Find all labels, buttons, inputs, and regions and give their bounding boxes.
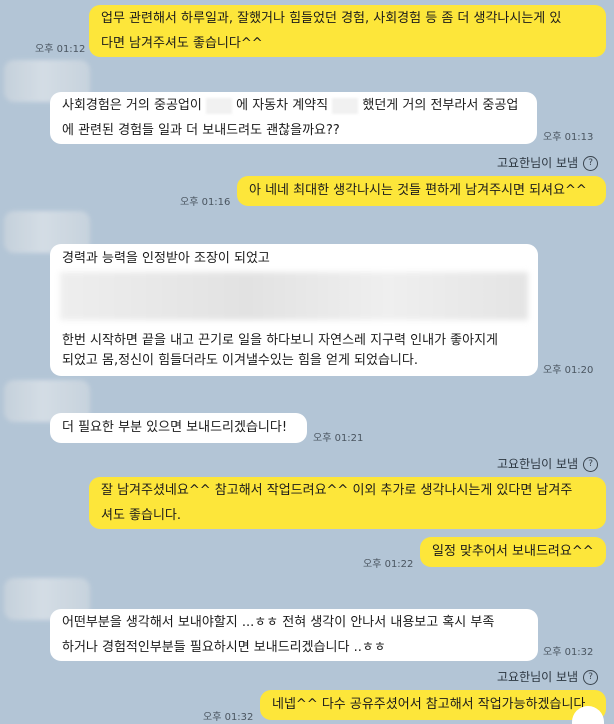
message-text: 하거나 경험적인부분들 필요하시면 보내드리겠습니다 ..ㅎㅎ: [62, 640, 386, 655]
message-text: 일정 맞추어서 보내드려요^^: [432, 544, 594, 559]
timestamp: 오후 01:13: [543, 132, 594, 143]
message-bubble-theirs[interactable]: 어떤부분을 생각해서 보내야할지 ...ㅎㅎ 전혀 생각이 안나서 내용보고 혹…: [50, 609, 538, 661]
timestamp: 오후 01:32: [203, 712, 254, 723]
message-bubble-mine[interactable]: 네넵^^ 다수 공유주셨어서 참고해서 작업가능하겠습니다: [260, 690, 606, 720]
message-text: 어떤부분을 생각해서 보내야할지 ...ㅎㅎ 전혀 생각이 안나서 내용보고 혹…: [62, 615, 495, 630]
message-text: 다면 남겨주셔도 좋습니다^^: [101, 36, 263, 51]
message-text-part: 사회경험은 거의 중공업이: [62, 98, 202, 113]
help-icon[interactable]: ?: [583, 156, 599, 171]
message-bubble-mine[interactable]: 업무 관련해서 하루일과, 잘했거나 힘들었던 경험, 사회경험 등 좀 더 생…: [89, 5, 606, 57]
message-text: 되었고 몸,정신이 힘들더라도 이겨낼수있는 힘을 얻게 되었습니다.: [62, 353, 418, 368]
message-bubble-theirs[interactable]: 더 필요한 부분 있으면 보내드리겠습니다!: [50, 413, 307, 443]
message-text: 아 네네 최대한 생각나시는 것들 편하게 남겨주시면 되셔요^^: [249, 183, 587, 198]
message-text: 더 필요한 부분 있으면 보내드리겠습니다!: [62, 420, 288, 435]
message-text-part: 했던게 거의 전부라서 중공업: [362, 98, 519, 113]
message-text: 네넵^^ 다수 공유주셨어서 참고해서 작업가능하겠습니다: [272, 697, 586, 712]
message-text: 업무 관련해서 하루일과, 잘했거나 힘들었던 경험, 사회경험 등 좀 더 생…: [101, 11, 562, 26]
timestamp: 오후 01:21: [313, 433, 364, 444]
redacted-text: [205, 97, 232, 114]
sender-label: 고요한님이 보냄?: [497, 668, 599, 685]
sender-label-text: 고요한님이 보냄: [497, 457, 579, 471]
sender-label-text: 고요한님이 보냄: [497, 156, 579, 170]
message-text: 경력과 능력을 인정받아 조장이 되었고: [62, 251, 270, 266]
message-text: 사회경험은 거의 중공업이 에 자동차 계약직 했던게 거의 전부라서 중공업: [62, 93, 525, 118]
message-text: 셔도 좋습니다.: [101, 508, 182, 523]
message-bubble-mine[interactable]: 일정 맞추어서 보내드려요^^: [420, 537, 606, 567]
message-bubble-mine[interactable]: 아 네네 최대한 생각나시는 것들 편하게 남겨주시면 되셔요^^: [237, 176, 606, 206]
redacted-text: [60, 272, 528, 320]
sender-label-text: 고요한님이 보냄: [497, 670, 579, 684]
timestamp: 오후 01:12: [35, 44, 86, 55]
help-icon[interactable]: ?: [583, 670, 599, 685]
timestamp: 오후 01:32: [543, 647, 594, 658]
message-bubble-theirs[interactable]: 경력과 능력을 인정받아 조장이 되었고 한번 시작하면 끝을 내고 끈기로 일…: [50, 244, 538, 376]
help-icon[interactable]: ?: [583, 457, 599, 472]
timestamp: 오후 01:22: [363, 559, 414, 570]
sender-label: 고요한님이 보냄?: [497, 455, 599, 472]
message-bubble-mine[interactable]: 잘 남겨주셨네요^^ 참고해서 작업드려요^^ 이외 추가로 생각나시는게 있다…: [89, 477, 606, 529]
message-text: 에 관련된 경험들 일과 더 보내드려도 괜찮을까요??: [62, 123, 340, 138]
sender-label: 고요한님이 보냄?: [497, 154, 599, 171]
message-text-part: 에 자동차 계약직: [236, 98, 329, 113]
redacted-text: [332, 97, 359, 114]
timestamp: 오후 01:16: [180, 197, 231, 208]
timestamp: 오후 01:20: [543, 365, 594, 376]
message-bubble-theirs[interactable]: 사회경험은 거의 중공업이 에 자동차 계약직 했던게 거의 전부라서 중공업 …: [50, 92, 537, 144]
message-text: 잘 남겨주셨네요^^ 참고해서 작업드려요^^ 이외 추가로 생각나시는게 있다…: [101, 483, 573, 498]
